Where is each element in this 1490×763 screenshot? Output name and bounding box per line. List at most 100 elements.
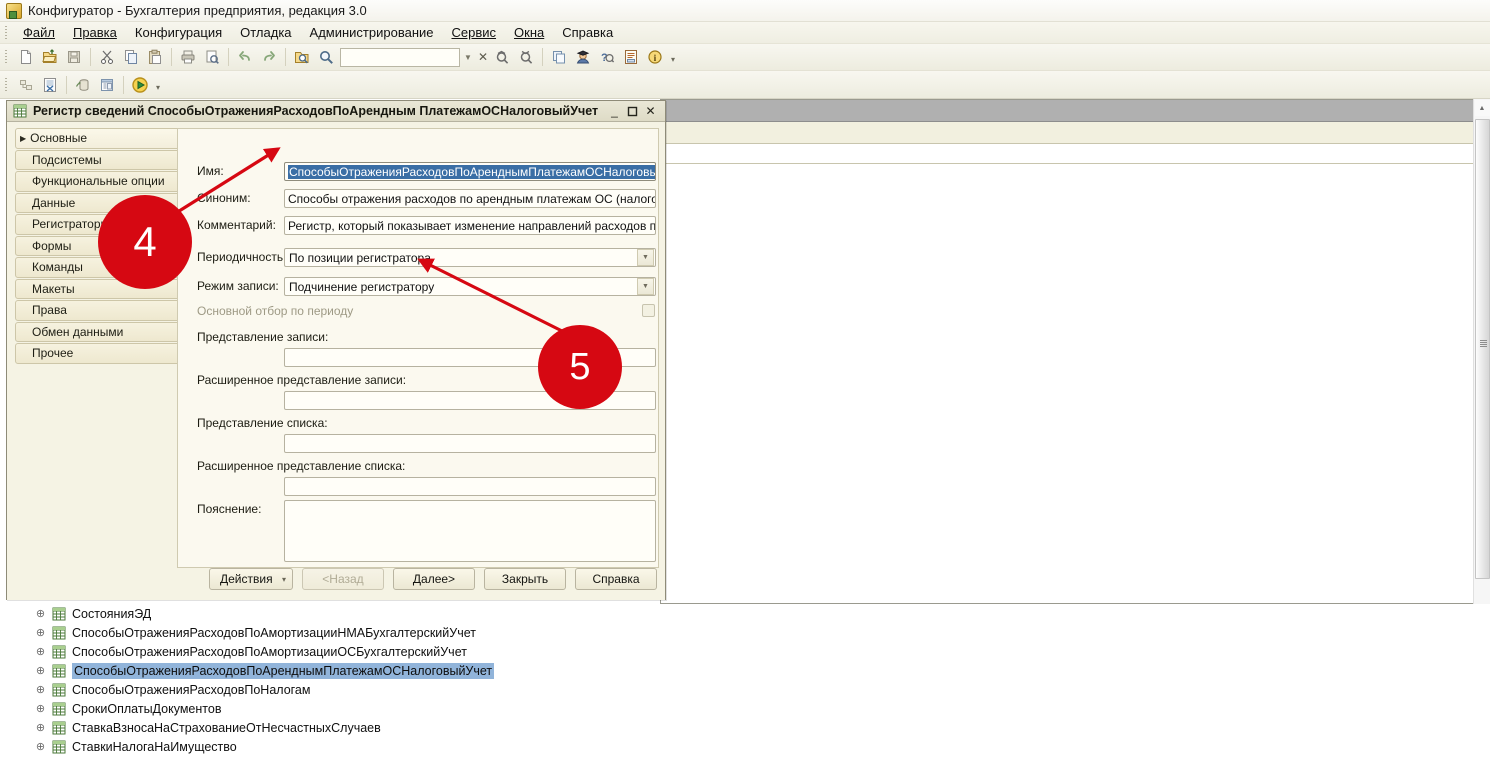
menu-debug[interactable]: Отладка [231,23,300,42]
write-mode-combo[interactable]: Подчинение регистратору ▼ [284,277,656,296]
expand-plus-icon[interactable]: ⊕ [34,664,47,677]
toolbar-separator [66,75,67,94]
expand-plus-icon[interactable]: ⊕ [34,683,47,696]
cut-icon[interactable] [96,46,118,68]
table-row[interactable]: ⊕ СтавкиНалогаНаИмущество [0,737,1490,756]
menu-file[interactable]: Файл [14,23,64,42]
scrollbar-thumb[interactable] [1475,119,1490,579]
sidebar-item-label: Подсистемы [32,152,102,167]
dialog-minimize-button[interactable]: _ [607,104,622,119]
save-icon[interactable] [63,46,85,68]
configuration-tree-icon[interactable] [15,74,37,96]
form-designer-icon[interactable] [96,74,118,96]
help-context-icon[interactable]: ? [596,46,618,68]
about-icon[interactable]: i [644,46,666,68]
scrollbar-grip-icon [1480,340,1487,347]
table-row[interactable]: ⊕ СрокиОплатыДокументов [0,699,1490,718]
redo-icon[interactable] [258,46,280,68]
dialog-titlebar[interactable]: Регистр сведений СпособыОтраженияРасходо… [7,101,665,122]
print-preview-icon[interactable] [201,46,223,68]
tree-item-label: СостоянияЭД [72,606,152,621]
chevron-down-icon[interactable]: ▾ [282,575,286,584]
table-row[interactable]: ⊕ СпособыОтраженияРасходовПоНалогам [0,680,1490,699]
explanation-textarea[interactable] [284,500,656,562]
dialog-maximize-button[interactable] [625,104,640,119]
paste-icon[interactable] [144,46,166,68]
menu-help-label: Справка [562,25,614,40]
periodicity-value: По позиции регистратора [289,250,431,265]
configuration-tree-list[interactable]: ⊕ СостоянияЭД ⊕ СпособыОтраженияРасходов… [0,604,1490,763]
list-presentation-input[interactable] [284,434,656,453]
toolbar-secondary-overflow-caret-icon[interactable]: ▾ [152,74,164,96]
information-register-icon [52,740,66,753]
help-button[interactable]: Справка [575,568,657,590]
back-button[interactable]: <Назад [302,568,384,590]
undo-icon[interactable] [234,46,256,68]
toolbar-secondary-grip[interactable] [2,76,11,94]
search-input[interactable] [340,47,460,67]
find-previous-icon[interactable] [491,46,513,68]
menu-configuration[interactable]: Конфигурация [126,23,231,42]
sidebar-item-osnovnye[interactable]: ▶ Основные [15,128,181,149]
menu-service[interactable]: Сервис [443,23,506,42]
close-button[interactable]: Закрыть [484,568,566,590]
chevron-down-icon[interactable]: ▼ [637,249,654,266]
table-row[interactable]: ⊕ СостоянияЭД [0,604,1490,623]
synonym-input[interactable]: Способы отражения расходов по арендным п… [284,189,656,208]
next-button[interactable]: Далее> [393,568,475,590]
actions-button[interactable]: Действия ▾ [209,568,293,590]
search-clear-x-icon[interactable]: ✕ [476,48,490,67]
sidebar-item-funkcionalnye-opcii[interactable]: Функциональные опции [15,171,181,192]
table-row[interactable]: ⊕ СпособыОтраженияРасходовПоАрендным­Пла… [0,661,1490,680]
toolbar-primary-grip[interactable] [2,48,11,66]
comment-input-value: Регистр, который показывает изменение на… [288,218,656,233]
sidebar-item-prochee[interactable]: Прочее [15,343,181,364]
scroll-up-arrow-icon[interactable]: ▲ [1474,100,1490,116]
expand-plus-icon[interactable]: ⊕ [34,645,47,658]
copy-icon[interactable] [120,46,142,68]
database-config-icon[interactable] [72,74,94,96]
information-register-icon [52,702,66,715]
menu-help[interactable]: Справка [553,23,622,42]
expand-plus-icon[interactable]: ⊕ [34,702,47,715]
extended-list-presentation-label: Расширенное представление списка: [197,459,406,473]
sidebar-item-obmen-dannymi[interactable]: Обмен данными [15,321,181,342]
main-vertical-scrollbar[interactable]: ▲ [1473,99,1490,604]
search-icon[interactable] [315,46,337,68]
information-register-icon [52,645,66,658]
expand-plus-icon[interactable]: ⊕ [34,740,47,753]
print-icon[interactable] [177,46,199,68]
search-dropdown-arrow-icon[interactable]: ▼ [460,48,476,67]
template-icon[interactable] [620,46,642,68]
new-document-icon[interactable] [15,46,37,68]
windows-icon[interactable] [548,46,570,68]
name-input[interactable]: СпособыОтраженияРасходовПоАрендным­Плате… [284,162,656,181]
expand-plus-icon[interactable]: ⊕ [34,721,47,734]
chevron-down-icon[interactable]: ▼ [637,278,654,295]
sidebar-item-podsistemy[interactable]: Подсистемы [15,149,181,170]
menubar-grip[interactable] [2,24,11,42]
expand-plus-icon[interactable]: ⊕ [34,607,47,620]
syntax-assistant-icon[interactable] [572,46,594,68]
menu-edit[interactable]: Правка [64,23,126,42]
toolbar-primary-overflow-caret-icon[interactable]: ▾ [667,46,679,68]
periodicity-combo[interactable]: По позиции регистратора ▼ [284,248,656,267]
background-document-window[interactable] [660,99,1474,604]
table-row[interactable]: ⊕ СпособыОтраженияРасходовПоАмортизацииО… [0,642,1490,661]
comment-input[interactable]: Регистр, который показывает изменение на… [284,216,656,235]
configuration-compare-icon[interactable] [39,74,61,96]
expand-plus-icon[interactable]: ⊕ [34,626,47,639]
extended-list-presentation-input[interactable] [284,477,656,496]
start-debug-icon[interactable] [129,74,151,96]
dialog-close-button[interactable]: ✕ [643,104,658,119]
main-filter-checkbox[interactable] [642,304,655,317]
table-row[interactable]: ⊕ СпособыОтраженияРасходовПоАмортизацииН… [0,623,1490,642]
menu-administration[interactable]: Администрирование [301,23,443,42]
find-next-icon[interactable] [515,46,537,68]
table-row[interactable]: ⊕ СтавкаВзносаНаСтрахованиеОтНесчастныхС… [0,718,1490,737]
sidebar-item-prava[interactable]: Права [15,300,181,321]
menu-windows[interactable]: Окна [505,23,553,42]
toolbar-secondary: ▾ [0,71,1490,99]
find-in-files-icon[interactable] [291,46,313,68]
open-folder-icon[interactable] [39,46,61,68]
